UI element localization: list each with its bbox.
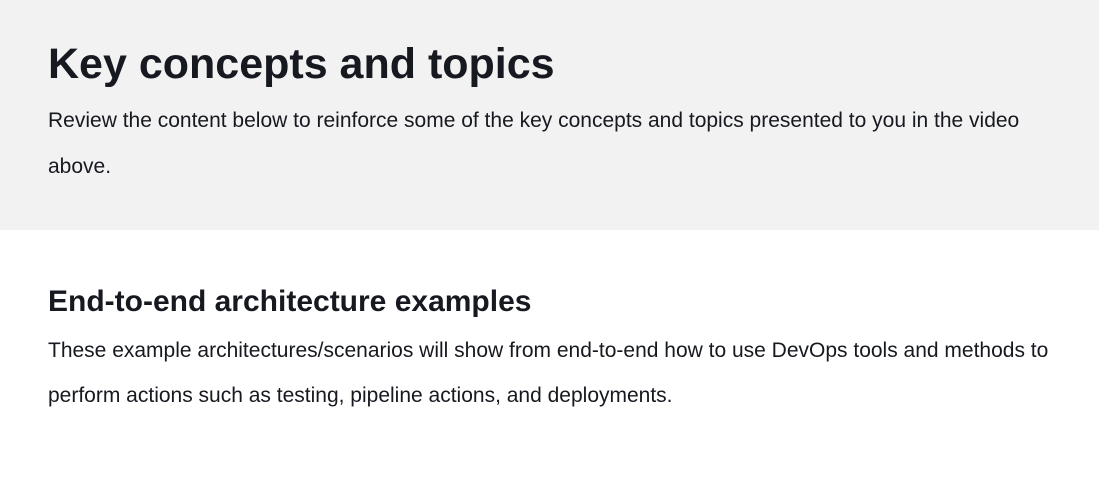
section-title: End-to-end architecture examples [48, 285, 532, 318]
section-description: These example architectures/scenarios wi… [48, 339, 1049, 407]
page-title: Key concepts and topics [48, 40, 555, 88]
architecture-section: End-to-end architecture examples These e… [0, 230, 1099, 418]
intro-banner: Key concepts and topics Review the conte… [0, 0, 1099, 230]
intro-description: Review the content below to reinforce so… [48, 109, 1020, 178]
